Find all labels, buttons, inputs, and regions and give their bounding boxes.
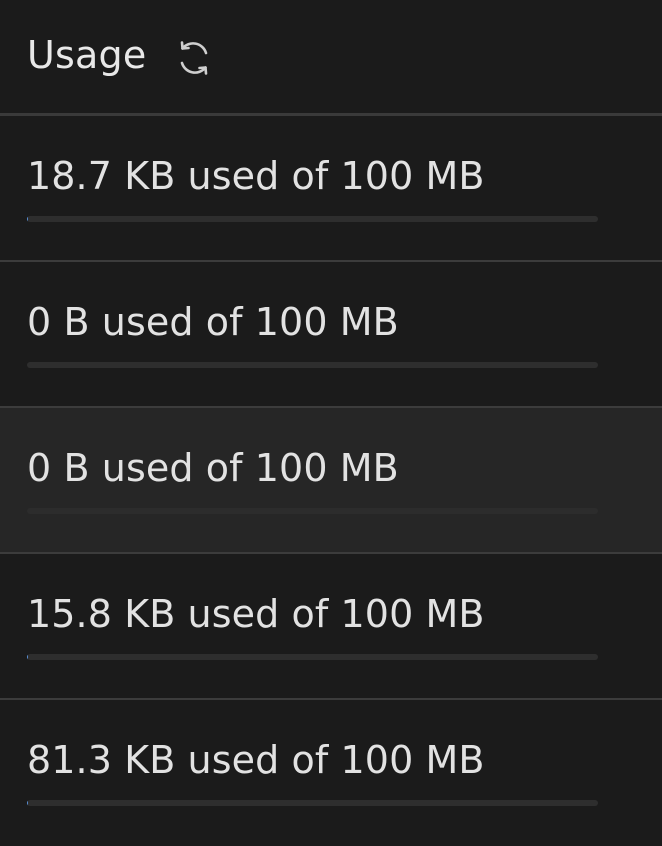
usage-progress-bar	[27, 654, 598, 660]
usage-progress-bar	[27, 216, 598, 222]
usage-row-1[interactable]: 18.7 KB used of 100 MB	[0, 116, 662, 262]
usage-title: Usage	[27, 32, 147, 77]
usage-label: 81.3 KB used of 100 MB	[27, 738, 485, 782]
usage-header: Usage	[0, 0, 662, 116]
refresh-button[interactable]	[170, 34, 218, 82]
usage-panel: Usage 18.7 KB used of 100 MB 0 B used of…	[0, 0, 662, 832]
usage-row-4[interactable]: 15.8 KB used of 100 MB	[0, 554, 662, 700]
usage-row-2[interactable]: 0 B used of 100 MB	[0, 262, 662, 408]
usage-progress-bar	[27, 800, 598, 806]
usage-progress-bar	[27, 362, 598, 368]
refresh-icon	[181, 40, 208, 75]
usage-progress-fill	[27, 216, 28, 222]
usage-row-3[interactable]: 0 B used of 100 MB	[0, 408, 662, 554]
usage-progress-fill	[27, 654, 28, 660]
usage-label: 18.7 KB used of 100 MB	[27, 154, 485, 198]
usage-label: 0 B used of 100 MB	[27, 300, 399, 344]
usage-label: 15.8 KB used of 100 MB	[27, 592, 485, 636]
usage-label: 0 B used of 100 MB	[27, 446, 399, 490]
usage-progress-fill	[27, 800, 28, 806]
usage-progress-bar	[27, 508, 598, 514]
usage-row-5[interactable]: 81.3 KB used of 100 MB	[0, 700, 662, 846]
